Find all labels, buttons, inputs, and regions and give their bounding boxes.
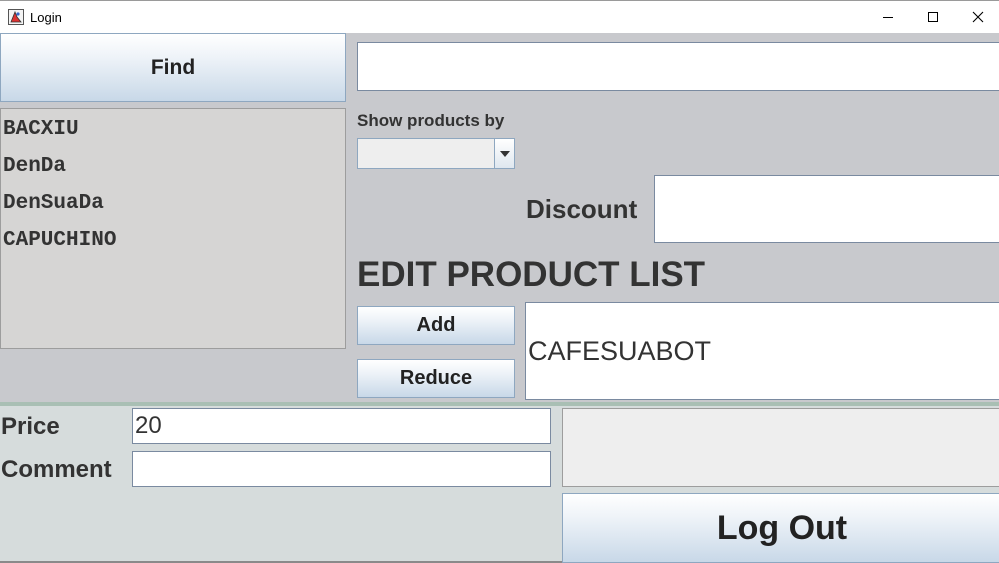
minimize-icon [883, 16, 893, 18]
reduce-button[interactable]: Reduce [357, 359, 515, 398]
comment-input[interactable] [132, 451, 551, 487]
search-input[interactable] [357, 42, 999, 91]
show-products-by-label: Show products by [357, 111, 505, 130]
find-button[interactable]: Find [0, 33, 346, 102]
maximize-icon [928, 11, 938, 22]
list-item[interactable]: DenSuaDa [1, 189, 345, 226]
price-label: Price [1, 413, 60, 440]
window-title: Login [30, 10, 62, 25]
maximize-button[interactable] [910, 0, 956, 33]
list-item[interactable]: BACXIU [1, 115, 345, 152]
comment-label: Comment [1, 456, 112, 483]
notes-area[interactable] [562, 408, 999, 487]
discount-input[interactable] [654, 175, 999, 243]
logout-button[interactable]: Log Out [562, 493, 999, 563]
list-item[interactable]: DenDa [1, 152, 345, 189]
close-icon [972, 11, 984, 22]
close-button[interactable] [955, 0, 999, 33]
chevron-down-icon [499, 150, 510, 157]
edit-product-list-title: EDIT PRODUCT LIST [357, 255, 706, 294]
show-products-by-dropdown[interactable] [357, 138, 515, 169]
minimize-button[interactable] [865, 0, 911, 33]
java-app-icon [8, 9, 24, 25]
title-bar [0, 0, 999, 33]
list-item[interactable]: CAPUCHINO [1, 226, 345, 263]
dropdown-arrow-button[interactable] [494, 139, 514, 168]
add-button[interactable]: Add [357, 306, 515, 345]
product-list[interactable]: BACXIU DenDa DenSuaDa CAPUCHINO [0, 108, 346, 349]
price-input[interactable]: 20 [132, 408, 551, 444]
product-name-input[interactable]: CAFESUABOT [525, 302, 999, 400]
discount-label: Discount [526, 194, 638, 224]
